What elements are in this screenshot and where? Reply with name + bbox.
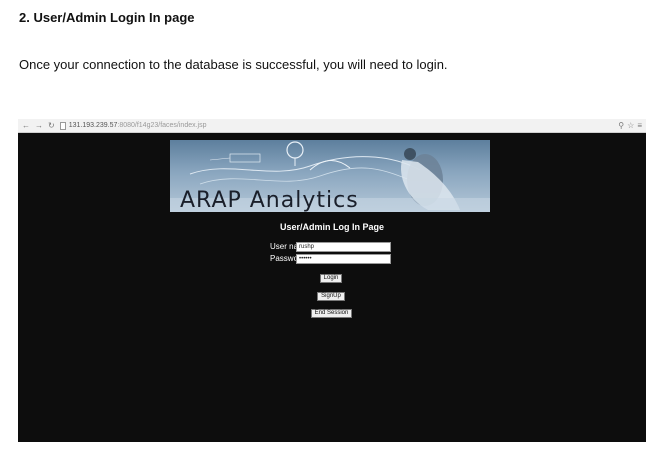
login-button[interactable]: Login <box>320 274 342 283</box>
intro-text: Once your connection to the database is … <box>19 57 448 72</box>
section-heading: 2. User/Admin Login In page <box>19 10 195 25</box>
forward-icon[interactable]: → <box>35 121 43 130</box>
lock-icon: ⚲ <box>618 121 625 130</box>
signup-button[interactable]: SignUp <box>317 292 345 301</box>
address-bar[interactable]: 131.193.239.57:8080/f14g23/faces/index.j… <box>59 121 619 131</box>
login-title: User/Admin Log In Page <box>279 222 384 232</box>
password-input[interactable]: •••••• <box>296 254 391 264</box>
back-icon[interactable]: ← <box>22 121 30 130</box>
url-path: :8080/f14g23/faces/index.jsp <box>117 122 207 129</box>
banner-title: ARAP Analytics <box>180 188 359 212</box>
url-host: 131.193.239.57 <box>68 122 118 129</box>
username-input[interactable]: rushp <box>296 242 391 252</box>
page-icon <box>59 121 66 130</box>
bookmark-star-icon[interactable]: ☆ <box>627 121 634 130</box>
browser-toolbar: ← → ↻ 131.193.239.57:8080/f14g23/faces/i… <box>18 119 646 133</box>
reload-icon[interactable]: ↻ <box>48 121 55 130</box>
end-session-button[interactable]: End Session <box>311 309 352 318</box>
menu-icon[interactable]: ≡ <box>637 121 642 130</box>
app-banner: ARAP Analytics <box>170 140 490 212</box>
embedded-screenshot: ← → ↻ 131.193.239.57:8080/f14g23/faces/i… <box>18 119 646 442</box>
